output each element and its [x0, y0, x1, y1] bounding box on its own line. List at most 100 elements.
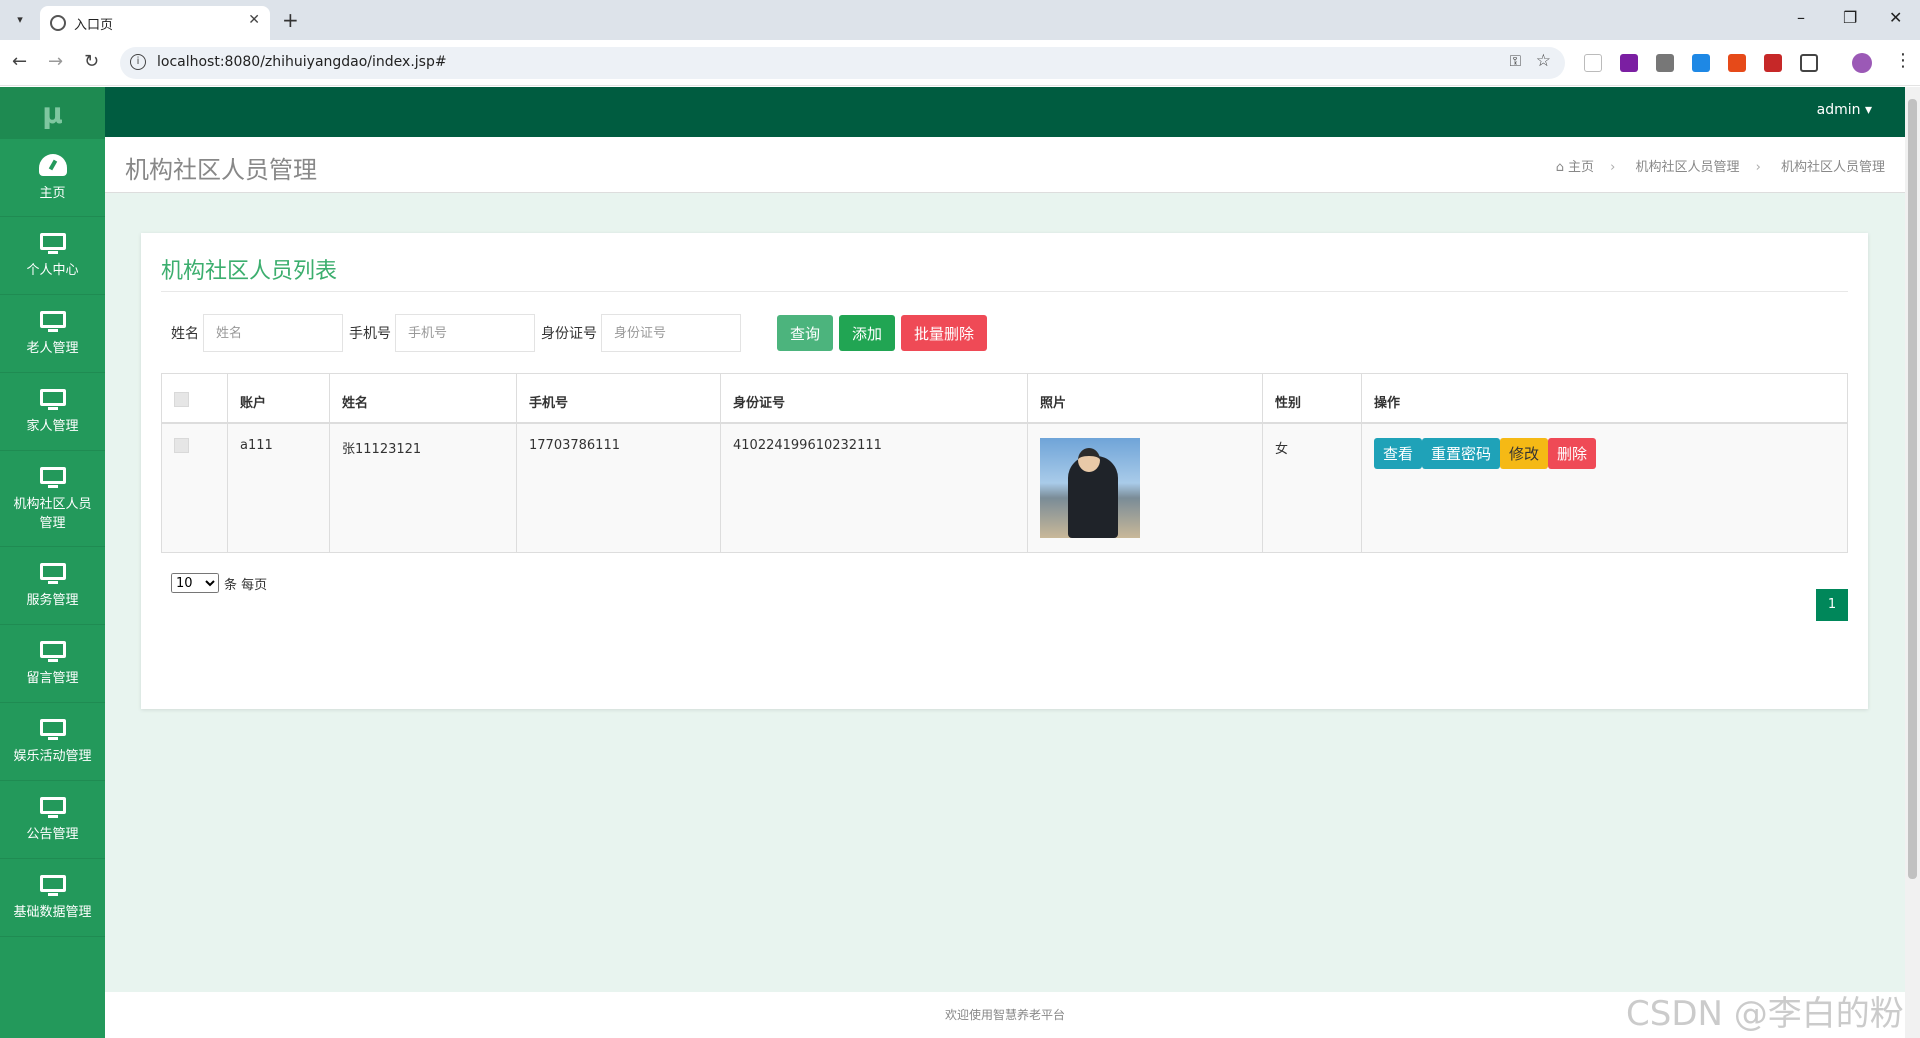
extension-icon[interactable]	[1692, 54, 1710, 72]
delete-button[interactable]: 删除	[1548, 437, 1597, 469]
table-row: a111 张11123121 17703786111 4102241996102…	[161, 422, 1848, 553]
column-header: 账户	[227, 373, 330, 424]
column-header: 手机号	[516, 373, 721, 424]
search-button[interactable]: 查询	[777, 315, 834, 351]
browser-toolbar: ← → ↻ i localhost:8080/zhihuiyangdao/ind…	[0, 40, 1920, 86]
pagination-current-page[interactable]: 1	[1816, 589, 1848, 621]
monitor-icon	[39, 233, 66, 254]
edit-button[interactable]: 修改	[1500, 437, 1549, 469]
browser-tab[interactable]: 入口页 ✕	[40, 6, 270, 40]
monitor-icon	[39, 311, 66, 332]
gender-cell: 女	[1262, 422, 1362, 553]
breadcrumb-item[interactable]: 机构社区人员管理	[1635, 160, 1739, 175]
monitor-icon	[39, 797, 66, 818]
sidebar-item-base-data[interactable]: 基础数据管理	[0, 859, 105, 937]
extension-icon[interactable]	[1728, 54, 1746, 72]
puzzle-icon[interactable]	[1800, 54, 1818, 72]
page-scrollbar[interactable]	[1905, 87, 1920, 1038]
extension-icon[interactable]	[1656, 54, 1674, 72]
browser-tabbar: ▾ 入口页 ✕ + – ❐ ✕	[0, 0, 1920, 40]
select-all-checkbox[interactable]	[174, 392, 189, 407]
phone-cell: 17703786111	[516, 422, 721, 553]
extension-icon[interactable]	[1620, 54, 1638, 72]
close-window-icon[interactable]: ✕	[1889, 8, 1902, 27]
sidebar-item-label: 娱乐活动管理	[13, 749, 92, 764]
minimize-icon[interactable]: –	[1797, 8, 1805, 27]
user-menu[interactable]: admin ▾	[1817, 102, 1872, 118]
browser-menu-icon[interactable]: ⋮	[1894, 50, 1912, 71]
view-button[interactable]: 查看	[1374, 437, 1423, 469]
restore-icon[interactable]: ❐	[1843, 8, 1857, 27]
monitor-icon	[39, 875, 66, 896]
page-size-select[interactable]: 10	[171, 573, 219, 593]
list-card: 机构社区人员列表 姓名 手机号 身份证号 查询 添加 批量删除 账户 姓名 手机…	[141, 233, 1868, 709]
column-header: 照片	[1027, 373, 1263, 424]
search-form: 姓名 手机号 身份证号 查询 添加 批量删除	[171, 313, 993, 353]
column-header: 性别	[1262, 373, 1362, 424]
photo-cell	[1027, 422, 1263, 553]
watermark: CSDN @李白的粉	[1626, 994, 1904, 1034]
sidebar-item-messages[interactable]: 留言管理	[0, 625, 105, 703]
name-search-input[interactable]	[203, 314, 343, 352]
address-bar[interactable]: i localhost:8080/zhihuiyangdao/index.jsp…	[120, 47, 1565, 79]
table-header-row: 账户 姓名 手机号 身份证号 照片 性别 操作	[161, 373, 1848, 424]
breadcrumb-home[interactable]: 主页	[1568, 160, 1594, 175]
forward-icon[interactable]: →	[48, 51, 63, 72]
page-header: 机构社区人员管理 ⌂ 主页 › 机构社区人员管理 › 机构社区人员管理	[105, 137, 1905, 193]
breadcrumb-separator: ›	[1610, 160, 1616, 175]
page-size-suffix: 条 每页	[224, 577, 268, 593]
tab-title: 入口页	[74, 18, 114, 33]
sidebar-item-profile[interactable]: 个人中心	[0, 217, 105, 295]
brand-logo: μ	[0, 87, 105, 139]
sidebar-item-staff[interactable]: 机构社区人员管理	[0, 451, 105, 547]
sidebar-item-activities[interactable]: 娱乐活动管理	[0, 703, 105, 781]
batch-delete-button[interactable]: 批量删除	[901, 315, 988, 351]
phone-search-input[interactable]	[395, 314, 535, 352]
card-title: 机构社区人员列表	[161, 259, 338, 284]
extension-icon[interactable]	[1764, 54, 1782, 72]
row-checkbox[interactable]	[174, 437, 189, 453]
monitor-icon	[39, 466, 66, 488]
name-label: 姓名	[171, 326, 199, 342]
monitor-icon	[39, 389, 66, 410]
add-button[interactable]: 添加	[839, 315, 896, 351]
reload-icon[interactable]: ↻	[84, 51, 99, 72]
select-all-cell	[161, 373, 228, 424]
globe-icon	[50, 15, 66, 31]
close-tab-icon[interactable]: ✕	[248, 12, 260, 28]
sidebar-item-label: 家人管理	[26, 419, 79, 434]
staff-table: 账户 姓名 手机号 身份证号 照片 性别 操作 a111 张11123121 1…	[161, 373, 1848, 553]
column-header: 身份证号	[720, 373, 1028, 424]
site-info-icon[interactable]: i	[130, 54, 146, 70]
divider	[161, 291, 1848, 292]
staff-photo	[1040, 437, 1140, 538]
sidebar-item-family[interactable]: 家人管理	[0, 373, 105, 451]
url-text: localhost:8080/zhihuiyangdao/index.jsp#	[157, 54, 447, 70]
column-header: 姓名	[329, 373, 517, 424]
profile-avatar[interactable]	[1852, 53, 1872, 73]
sidebar-item-label: 服务管理	[26, 593, 79, 608]
monitor-icon	[39, 563, 66, 584]
breadcrumb: ⌂ 主页 › 机构社区人员管理 › 机构社区人员管理	[1552, 156, 1885, 175]
back-icon[interactable]: ←	[12, 51, 27, 72]
sidebar: μ 主页 个人中心 老人管理 家人管理 机构社区人员管理 服务管理 留言管理 娱…	[0, 87, 105, 1038]
sidebar-item-service[interactable]: 服务管理	[0, 547, 105, 625]
new-tab-icon[interactable]: +	[282, 8, 299, 32]
column-header: 操作	[1361, 373, 1848, 424]
page-size-control: 10 条 每页	[171, 573, 267, 593]
app-root: μ 主页 个人中心 老人管理 家人管理 机构社区人员管理 服务管理 留言管理 娱…	[0, 87, 1905, 1038]
breadcrumb-current: 机构社区人员管理	[1780, 160, 1885, 175]
tab-search-icon[interactable]: ▾	[10, 10, 30, 30]
sidebar-item-elderly[interactable]: 老人管理	[0, 295, 105, 373]
password-key-icon[interactable]: ⚿	[1510, 52, 1521, 70]
bookmark-star-icon[interactable]: ☆	[1536, 51, 1551, 71]
id-number-search-input[interactable]	[601, 314, 741, 352]
sidebar-item-label: 机构社区人员管理	[13, 496, 92, 531]
extension-icon[interactable]	[1584, 54, 1602, 72]
sidebar-item-home[interactable]: 主页	[0, 139, 105, 217]
reset-password-button[interactable]: 重置密码	[1422, 437, 1501, 469]
row-actions: 查看 重置密码 修改 删除	[1374, 437, 1835, 469]
id-number-label: 身份证号	[541, 326, 597, 342]
sidebar-item-label: 主页	[39, 186, 66, 201]
sidebar-item-notices[interactable]: 公告管理	[0, 781, 105, 859]
